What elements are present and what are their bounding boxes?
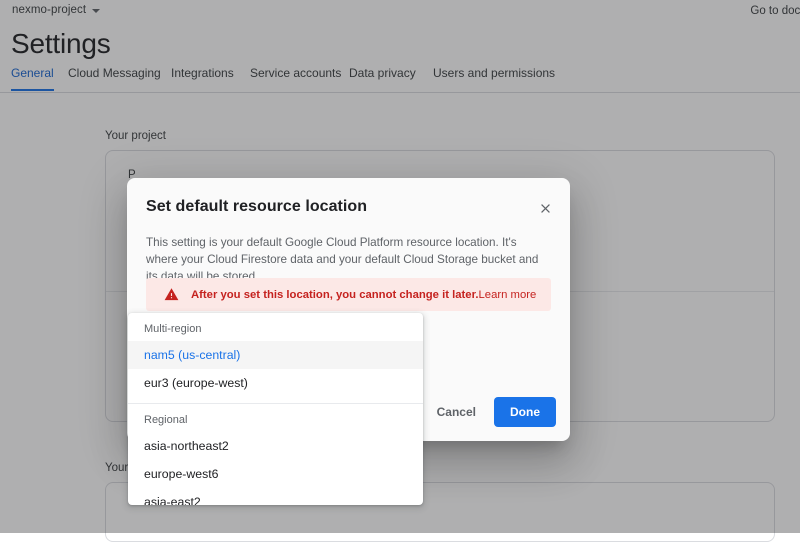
menu-group-label-regional: Regional (144, 414, 188, 426)
menu-item-nam5[interactable]: nam5 (us-central) (128, 341, 423, 369)
menu-item-europe-west6[interactable]: europe-west6 (128, 460, 423, 488)
menu-item-eur3[interactable]: eur3 (europe-west) (128, 369, 423, 397)
menu-group-label-multi-region: Multi-region (144, 323, 202, 335)
menu-item-asia-east2[interactable]: asia-east2 (128, 488, 423, 505)
warning-banner: After you set this location, you cannot … (146, 278, 551, 311)
close-icon[interactable] (534, 197, 556, 219)
dialog-title: Set default resource location (146, 198, 368, 215)
done-button[interactable]: Done (494, 397, 556, 427)
menu-item-asia-northeast2[interactable]: asia-northeast2 (128, 432, 423, 460)
learn-more-link[interactable]: Learn more (479, 289, 537, 301)
dialog-actions: Cancel Done (425, 397, 556, 427)
cancel-button[interactable]: Cancel (425, 397, 488, 427)
resource-location-menu[interactable]: Multi-region nam5 (us-central) eur3 (eur… (128, 313, 423, 505)
warning-triangle-icon (164, 287, 179, 302)
warning-text: After you set this location, you cannot … (191, 288, 479, 301)
